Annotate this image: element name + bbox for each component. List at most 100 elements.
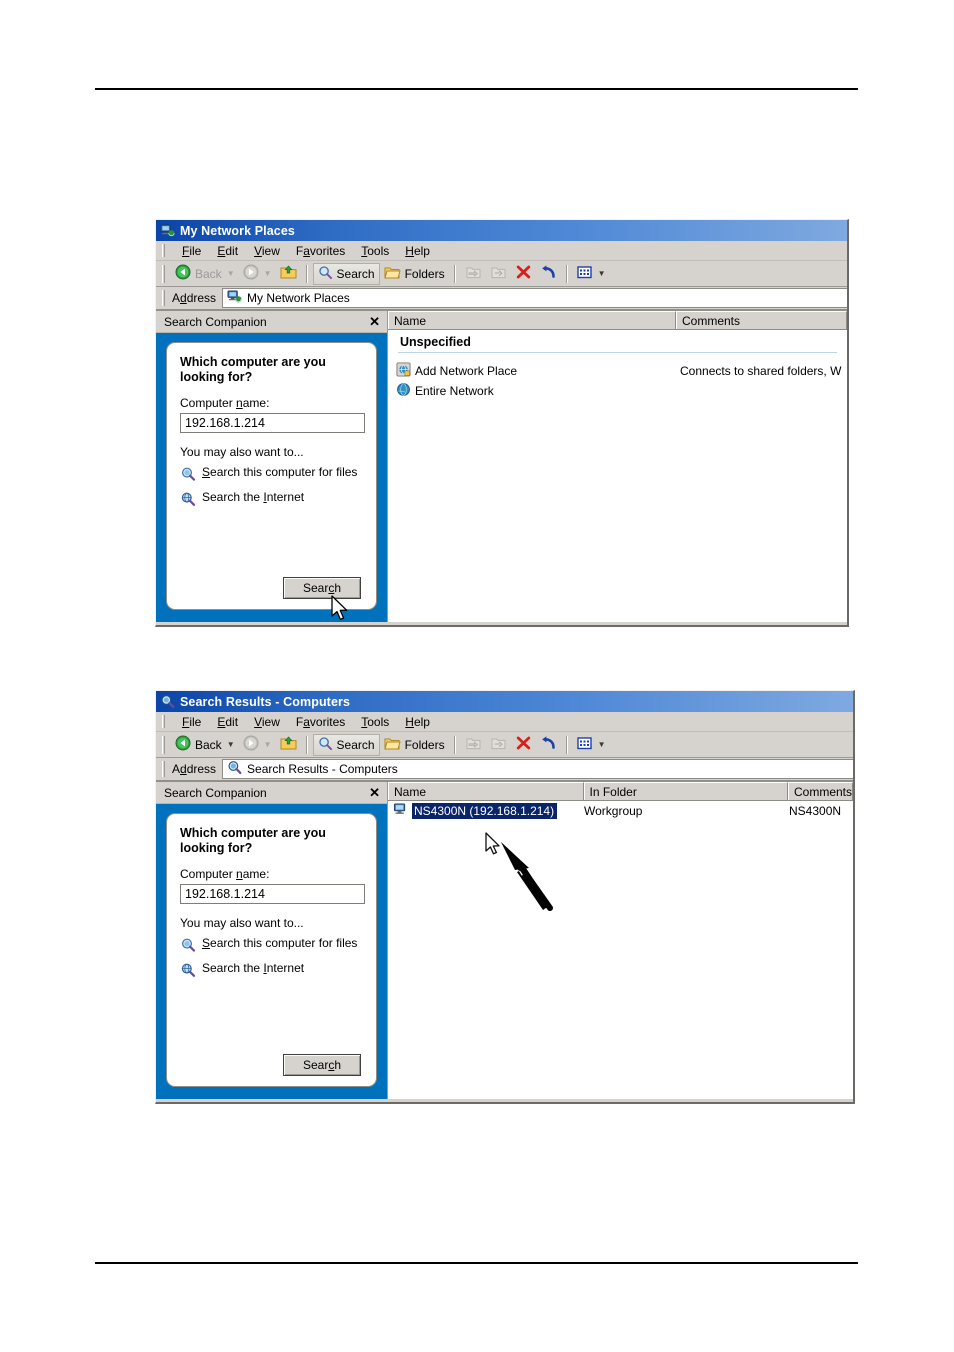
forward-dropdown-icon[interactable]: ▼ bbox=[264, 740, 272, 749]
window2-menubar: File Edit View Favorites Tools Help bbox=[156, 712, 853, 732]
menu-help[interactable]: Help bbox=[397, 243, 438, 259]
menu-file[interactable]: File bbox=[174, 243, 209, 259]
table-row[interactable]: Add Network Place Connects to shared fol… bbox=[388, 361, 847, 381]
up-button[interactable] bbox=[276, 734, 301, 756]
address-input[interactable]: My Network Places bbox=[222, 288, 847, 308]
folders-button[interactable]: Folders bbox=[380, 263, 449, 285]
column-header-comments[interactable]: Comments bbox=[676, 311, 847, 329]
toolbar-separator-2 bbox=[453, 264, 456, 283]
menu-view[interactable]: View bbox=[246, 714, 288, 730]
delete-button[interactable] bbox=[511, 263, 536, 285]
column-header-in-folder[interactable]: In Folder bbox=[583, 782, 788, 800]
link-search-internet[interactable]: Search the Internet bbox=[180, 961, 365, 982]
views-dropdown-icon[interactable]: ▼ bbox=[598, 740, 606, 749]
link-search-this-computer-label: Search this computer for files bbox=[202, 935, 358, 950]
views-button[interactable]: ▼ bbox=[573, 263, 610, 285]
up-button[interactable] bbox=[276, 263, 301, 285]
menu-favorites[interactable]: Favorites bbox=[288, 243, 353, 259]
link-search-this-computer-label: Search this computer for files bbox=[202, 464, 358, 479]
back-button[interactable]: Back ▼ bbox=[171, 734, 239, 756]
forward-icon bbox=[243, 735, 259, 754]
menu-edit[interactable]: Edit bbox=[209, 243, 246, 259]
row-in-folder: Workgroup bbox=[584, 804, 643, 818]
menu-favorites[interactable]: Favorites bbox=[288, 714, 353, 730]
menubar-grip[interactable] bbox=[162, 244, 165, 257]
forward-button[interactable]: ▼ bbox=[239, 734, 276, 756]
move-to-button[interactable] bbox=[461, 263, 486, 285]
computer-icon bbox=[393, 802, 408, 820]
menu-file[interactable]: File bbox=[174, 714, 209, 730]
list-group-divider bbox=[398, 352, 837, 353]
menu-help[interactable]: Help bbox=[397, 714, 438, 730]
menu-tools[interactable]: Tools bbox=[353, 714, 397, 730]
delete-button[interactable] bbox=[511, 734, 536, 756]
link-search-this-computer[interactable]: Search this computer for files bbox=[180, 464, 365, 486]
forward-button[interactable]: ▼ bbox=[239, 263, 276, 285]
window1-addressbar: Address My Network Places bbox=[156, 287, 847, 311]
window-my-network-places: My Network Places File Edit View Favorit… bbox=[155, 219, 849, 627]
back-label: Back bbox=[195, 737, 222, 752]
views-dropdown-icon[interactable]: ▼ bbox=[598, 269, 606, 278]
undo-button[interactable] bbox=[536, 263, 561, 285]
addressbar-grip[interactable] bbox=[162, 290, 165, 306]
views-button[interactable]: ▼ bbox=[573, 734, 610, 756]
up-folder-icon bbox=[280, 735, 297, 754]
search-button[interactable]: Search bbox=[312, 262, 380, 285]
search-submit-button[interactable]: Search bbox=[283, 577, 361, 599]
table-row[interactable]: NS4300N (192.168.1.214) Workgroup NS4300… bbox=[388, 801, 853, 821]
search-label: Search bbox=[336, 266, 375, 281]
delete-x-icon bbox=[515, 735, 532, 754]
folders-button[interactable]: Folders bbox=[380, 734, 449, 756]
link-search-this-computer[interactable]: Search this computer for files bbox=[180, 935, 365, 957]
address-value: Search Results - Computers bbox=[247, 762, 398, 776]
address-input[interactable]: Search Results - Computers bbox=[222, 759, 853, 779]
search-question: Which computer are you looking for? bbox=[180, 826, 326, 856]
row-name-selected: NS4300N (192.168.1.214) bbox=[412, 803, 558, 819]
toolbar-grip[interactable] bbox=[162, 735, 165, 754]
menu-tools[interactable]: Tools bbox=[353, 243, 397, 259]
computer-name-input[interactable] bbox=[180, 412, 365, 433]
row-name: Entire Network bbox=[415, 384, 494, 398]
close-icon[interactable]: ✕ bbox=[369, 315, 380, 328]
window1-menubar: File Edit View Favorites Tools Help bbox=[156, 241, 847, 261]
copy-to-button[interactable] bbox=[486, 263, 511, 285]
search-question: Which computer are you looking for? bbox=[180, 355, 326, 385]
forward-dropdown-icon[interactable]: ▼ bbox=[264, 269, 272, 278]
toolbar-grip[interactable] bbox=[162, 264, 165, 283]
table-row[interactable]: Entire Network bbox=[388, 381, 847, 401]
computer-name-label: Computer name: bbox=[180, 866, 270, 881]
window2-toolbar: Back ▼ ▼ Search Folders ▼ bbox=[156, 732, 853, 758]
undo-button[interactable] bbox=[536, 734, 561, 756]
link-search-internet[interactable]: Search the Internet bbox=[180, 490, 365, 511]
copy-to-button[interactable] bbox=[486, 734, 511, 756]
window1-titlebar[interactable]: My Network Places bbox=[156, 220, 847, 241]
column-header-comments[interactable]: Comments bbox=[787, 782, 853, 800]
also-want-to-text: You may also want to... bbox=[180, 915, 304, 930]
column-header-name[interactable]: Name bbox=[388, 782, 584, 800]
back-button[interactable]: Back ▼ bbox=[171, 263, 239, 285]
address-label: Address bbox=[172, 762, 217, 776]
back-dropdown-icon[interactable]: ▼ bbox=[227, 269, 235, 278]
window2-body: Search Companion ✕ Which computer are yo… bbox=[156, 782, 853, 1099]
search-button[interactable]: Search bbox=[312, 733, 380, 756]
menu-view[interactable]: View bbox=[246, 243, 288, 259]
column-header-name[interactable]: Name bbox=[388, 311, 676, 329]
back-dropdown-icon[interactable]: ▼ bbox=[227, 740, 235, 749]
search-submit-button[interactable]: Search bbox=[283, 1054, 361, 1076]
computer-name-input[interactable] bbox=[180, 883, 365, 904]
move-to-button[interactable] bbox=[461, 734, 486, 756]
addressbar-grip[interactable] bbox=[162, 761, 165, 777]
up-folder-icon bbox=[280, 264, 297, 283]
search-companion-card: Which computer are you looking for? Comp… bbox=[166, 813, 377, 1087]
menubar-grip[interactable] bbox=[162, 715, 165, 728]
link-search-internet-label: Search the Internet bbox=[202, 961, 305, 976]
window2-listview[interactable]: Name In Folder Comments NS4300N (192.168… bbox=[388, 782, 853, 1099]
menu-edit[interactable]: Edit bbox=[209, 714, 246, 730]
address-label: Address bbox=[172, 291, 217, 305]
search-icon bbox=[318, 265, 333, 283]
window2-titlebar[interactable]: Search Results - Computers bbox=[156, 691, 853, 712]
close-icon[interactable]: ✕ bbox=[369, 786, 380, 799]
computer-name-label: Computer name: bbox=[180, 395, 270, 410]
window1-listview[interactable]: Name Comments Unspecified Add Network Pl… bbox=[388, 311, 847, 622]
folders-icon bbox=[383, 265, 401, 283]
